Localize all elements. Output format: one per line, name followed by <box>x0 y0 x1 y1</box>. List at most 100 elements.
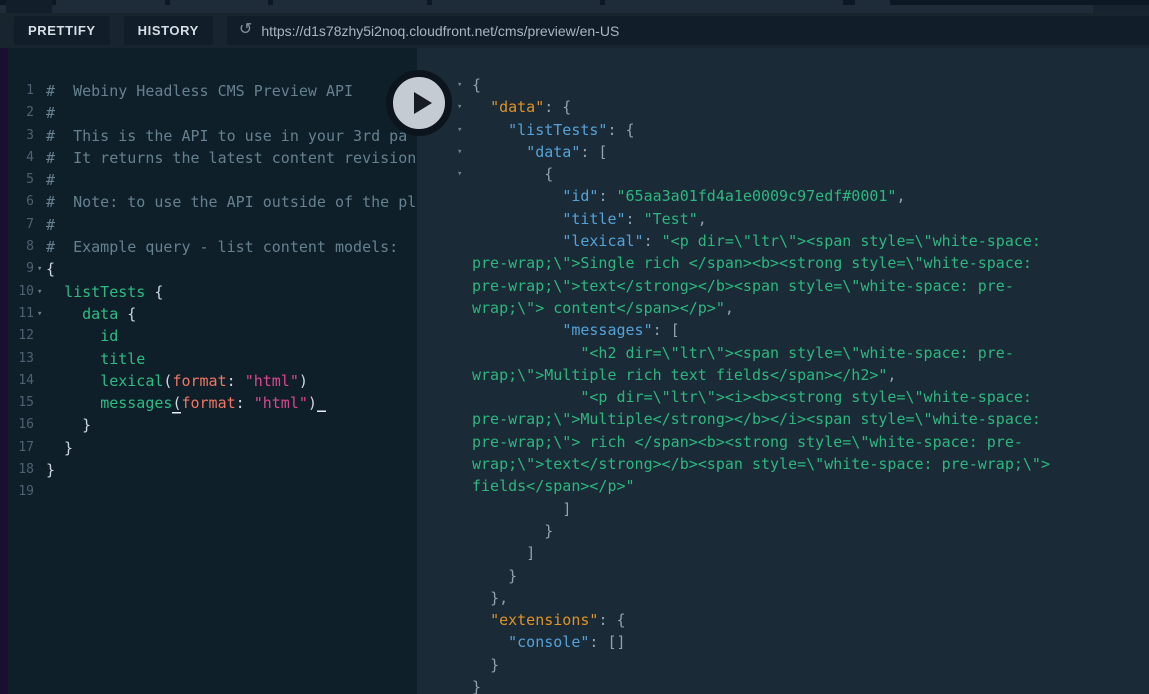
tab[interactable] <box>855 0 890 13</box>
code-segment: "<h2 dir=\"ltr\"><span style=\"white-spa… <box>580 344 1013 362</box>
tab[interactable] <box>273 0 427 13</box>
result-line: ▾ "data": { <box>417 96 1149 118</box>
execute-query-button[interactable] <box>386 70 452 136</box>
collapse-arrow-icon[interactable]: ▾ <box>457 119 467 141</box>
fold-arrow-icon[interactable]: ▾ <box>37 258 47 280</box>
code-segment: # It returns the latest content revision <box>46 149 416 167</box>
code-segment: : [ <box>653 321 680 339</box>
prettify-button[interactable]: PRETTIFY <box>14 16 110 45</box>
result-line: } <box>417 565 1149 587</box>
result-line: pre-wrap;\">Multiple</strong></b></i><sp… <box>417 408 1149 430</box>
tab[interactable] <box>170 0 268 13</box>
code-segment: ) <box>308 394 317 412</box>
code-line: 3# This is the API to use in your 3rd pa <box>8 125 417 147</box>
fold-arrow-icon[interactable]: ▾ <box>37 303 47 325</box>
collapse-arrow-icon[interactable]: ▾ <box>457 96 467 118</box>
reload-icon[interactable]: ↺ <box>239 22 252 38</box>
history-button[interactable]: HISTORY <box>124 16 213 45</box>
line-number: 12 <box>8 325 34 347</box>
code-segment: pre-wrap;\">text</strong></b><span style… <box>472 277 1014 295</box>
code-segment: format <box>172 372 226 390</box>
result-line: wrap;\">text</strong></b><span style=\"w… <box>417 453 1149 475</box>
result-text: { <box>472 163 1149 185</box>
code-segment: title <box>100 350 145 368</box>
code-segment: "lexical" <box>562 232 643 250</box>
result-line: }, <box>417 587 1149 609</box>
code-line: 17 } <box>8 437 417 459</box>
query-text: # <box>46 214 417 236</box>
code-segment: "65aa3a01fd4a1e0009c97edf#0001" <box>617 187 897 205</box>
code-segment: "data" <box>490 98 544 116</box>
code-segment: "Test" <box>644 210 698 228</box>
code-segment: } <box>544 522 553 540</box>
result-line: wrap;\">Multiple rich text fields</span>… <box>417 364 1149 386</box>
code-segment: , <box>887 366 896 384</box>
line-number: 14 <box>8 370 34 392</box>
code-segment: }, <box>490 589 508 607</box>
query-editor-pane[interactable]: 1# Webiny Headless CMS Preview API2#3# T… <box>8 48 417 694</box>
code-segment: } <box>472 678 481 694</box>
tab-strip <box>0 0 1149 13</box>
tab[interactable] <box>56 0 165 13</box>
collapse-arrow-icon[interactable]: ▾ <box>457 163 467 185</box>
code-segment: "id" <box>562 187 598 205</box>
toolbar: PRETTIFY HISTORY ↺ https://d1s78zhy5i2no… <box>0 13 1149 48</box>
line-number: 9 <box>8 258 34 280</box>
result-text: "data": [ <box>472 141 1149 163</box>
code-segment: listTests <box>64 283 145 301</box>
code-line: 6# Note: to use the API outside of the p… <box>8 191 417 213</box>
code-segment: : <box>644 232 662 250</box>
endpoint-url-box[interactable]: ↺ https://d1s78zhy5i2noq.cloudfront.net/… <box>227 16 1149 45</box>
tab[interactable] <box>432 0 600 13</box>
code-segment: : <box>236 394 254 412</box>
code-segment: } <box>46 416 91 434</box>
fold-arrow-icon[interactable]: ▾ <box>37 281 47 303</box>
code-segment: lexical <box>100 372 163 390</box>
code-segment: , <box>896 187 905 205</box>
collapse-arrow-icon[interactable]: ▾ <box>457 74 467 96</box>
query-text: title <box>46 348 417 370</box>
query-text: } <box>46 414 417 436</box>
result-text: pre-wrap;\">Multiple</strong></b></i><sp… <box>472 408 1149 430</box>
result-text: "title": "Test", <box>472 208 1149 230</box>
result-line: "<h2 dir=\"ltr\"><span style=\"white-spa… <box>417 342 1149 364</box>
query-text: # <box>46 169 417 191</box>
line-number: 6 <box>8 191 34 213</box>
result-line: "<p dir=\"ltr\"><i><b><strong style=\"wh… <box>417 386 1149 408</box>
line-number: 5 <box>8 169 34 191</box>
result-text: "<h2 dir=\"ltr\"><span style=\"white-spa… <box>472 342 1149 364</box>
result-text: pre-wrap;\">text</strong></b><span style… <box>472 275 1149 297</box>
code-segment: } <box>46 439 73 457</box>
code-segment: "data" <box>526 143 580 161</box>
code-segment: "html" <box>254 394 308 412</box>
code-segment: wrap;\"> content</span></p>" <box>472 299 725 317</box>
tab[interactable] <box>605 0 843 13</box>
code-segment: } <box>46 461 55 479</box>
code-segment: "messages" <box>562 321 652 339</box>
result-text: } <box>472 654 1149 676</box>
code-segment: pre-wrap;\">Multiple</strong></b></i><sp… <box>472 410 1041 428</box>
collapse-arrow-icon[interactable]: ▾ <box>457 141 467 163</box>
code-segment: , <box>725 299 734 317</box>
result-line: "title": "Test", <box>417 208 1149 230</box>
result-line: "extensions": { <box>417 609 1149 631</box>
code-segment: : { <box>598 611 625 629</box>
tab[interactable] <box>6 0 52 13</box>
code-segment: data <box>82 305 118 323</box>
line-number: 7 <box>8 214 34 236</box>
result-line: ▾{ <box>417 74 1149 96</box>
result-text: "extensions": { <box>472 609 1149 631</box>
code-segment: : { <box>607 121 634 139</box>
result-text: pre-wrap;\"> rich </span><b><strong styl… <box>472 431 1149 453</box>
code-segment <box>46 372 100 390</box>
result-text: "data": { <box>472 96 1149 118</box>
result-line: pre-wrap;\"> rich </span><b><strong styl… <box>417 431 1149 453</box>
error-underline <box>317 397 326 412</box>
code-line: 4# It returns the latest content revisio… <box>8 147 417 169</box>
code-segment: wrap;\">Multiple rich text fields</span>… <box>472 366 887 384</box>
query-text: # It returns the latest content revision <box>46 147 417 169</box>
code-line: 1# Webiny Headless CMS Preview API <box>8 80 417 102</box>
code-segment <box>46 394 100 412</box>
code-segment: messages <box>100 394 172 412</box>
result-line: "messages": [ <box>417 319 1149 341</box>
